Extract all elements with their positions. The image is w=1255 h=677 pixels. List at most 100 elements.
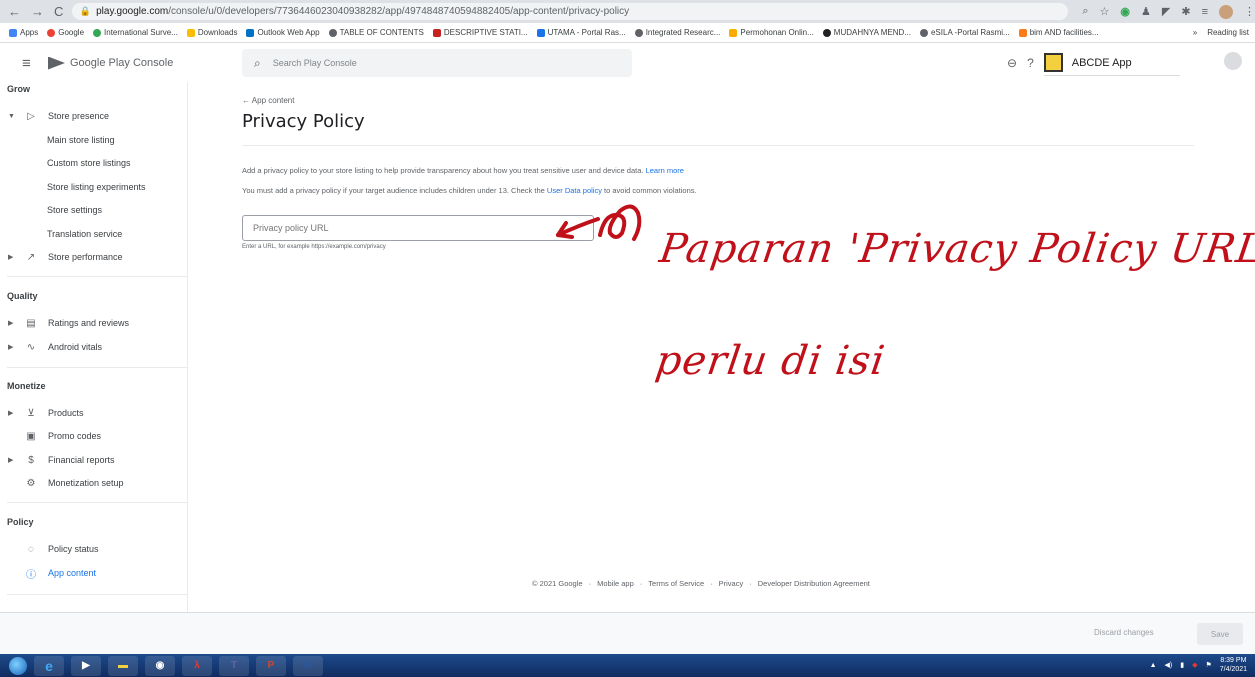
windows-taskbar: e ▶ ▬ ◉ λ T P W ▲ ◀) ▮ ◆ ⚑ 8:39 PM 7/4/2… [0, 654, 1255, 677]
folder-icon[interactable]: ▬ [108, 655, 138, 676]
sidebar-item-financial-reports[interactable]: ▶ $ Financial reports [0, 451, 186, 469]
forward-icon[interactable]: → [31, 4, 44, 19]
sidebar-item-store-performance[interactable]: ▶ ↗ Store performance [0, 248, 186, 266]
learn-more-link[interactable]: Learn more [646, 166, 684, 175]
sidebar-item-policy-status[interactable]: ◌ Policy status [0, 540, 186, 558]
extension-icon-2[interactable]: ◤ [1162, 5, 1170, 18]
bookmark-integrated[interactable]: Integrated Researc... [634, 28, 720, 37]
bookmark-bim[interactable]: bim AND facilities... [1018, 28, 1099, 37]
sidebar-item-store-settings[interactable]: Store settings [0, 201, 186, 219]
annotation-text-line-2: perlu di isi [652, 338, 889, 384]
download-icon [186, 28, 195, 37]
play-console-logo[interactable]: Google Play Console [48, 56, 173, 70]
lock-icon: 🔒 [79, 6, 92, 16]
crest-icon [729, 28, 738, 37]
address-bar[interactable]: 🔒 play.google.com/console/u/0/developers… [71, 3, 1069, 20]
account-avatar[interactable] [1224, 52, 1242, 70]
zoom-icon[interactable]: ⌕ [1082, 5, 1088, 18]
puzzle-icon[interactable]: ✱ [1181, 5, 1190, 18]
chrome-profile-icon[interactable] [1219, 4, 1233, 19]
more-bookmarks-icon[interactable]: » [1193, 28, 1197, 37]
bookmark-intl-survey[interactable]: International Surve... [93, 28, 178, 37]
bookmark-esila[interactable]: eSILA -Portal Rasmi... [919, 28, 1010, 37]
hamburger-menu-icon[interactable]: ≡ [22, 55, 36, 72]
expand-icon: ▶ [8, 344, 14, 351]
sidebar-item-main-store-listing[interactable]: Main store listing [0, 131, 186, 149]
sidebar-item-translation-service[interactable]: Translation service [0, 225, 186, 243]
teams-icon[interactable]: T [219, 655, 249, 676]
dollar-icon: $ [28, 454, 34, 466]
section-quality: Quality [7, 291, 38, 301]
sidebar-item-ratings-reviews[interactable]: ▶ ▤ Ratings and reviews [0, 314, 186, 332]
reading-list[interactable]: Reading list [1207, 28, 1249, 37]
bookmark-descriptive[interactable]: DESCRIPTIVE STATI... [432, 28, 528, 37]
play-icon [48, 56, 65, 70]
privacy-policy-url-input[interactable] [242, 215, 594, 241]
sidebar-item-store-listing-experiments[interactable]: Store listing experiments [0, 178, 186, 196]
footer-terms-link[interactable]: Terms of Service [648, 579, 704, 588]
app-selector[interactable]: ABCDE App [1043, 50, 1180, 76]
bookmark-apps[interactable]: Apps [9, 28, 38, 37]
search-input[interactable]: ⌕ Search Play Console [242, 49, 632, 77]
flag-icon[interactable]: ⚑ [1205, 661, 1211, 669]
grammarly-icon[interactable]: ◉ [1120, 5, 1130, 18]
globe-icon [634, 28, 643, 37]
media-player-icon[interactable]: ▶ [71, 655, 101, 676]
antivirus-icon[interactable]: ◆ [1192, 661, 1197, 669]
url-host: play.google.com [96, 6, 169, 17]
reload-icon[interactable]: C [54, 4, 63, 19]
footer-privacy-link[interactable]: Privacy [719, 579, 744, 588]
chrome-icon[interactable]: ◉ [145, 655, 175, 676]
play-outline-icon: ▷ [27, 110, 35, 122]
back-icon[interactable]: ← [8, 4, 21, 19]
sidebar-divider [7, 594, 187, 595]
bookmark-toc[interactable]: TABLE OF CONTENTS [328, 28, 424, 37]
tray-up-icon[interactable]: ▲ [1150, 662, 1157, 669]
title-divider [242, 145, 1194, 146]
sidebar-divider [7, 502, 187, 503]
clock[interactable]: 8:39 PM 7/4/2021 [1220, 656, 1247, 674]
word-icon[interactable]: W [293, 655, 323, 676]
page-footer: © 2021 Google · Mobile app · Terms of Servic… [532, 579, 870, 588]
bookmark-mudahnya[interactable]: MUDAHNYA MEND... [822, 28, 911, 37]
sidebar-item-products[interactable]: ▶ ⊻ Products [0, 404, 186, 422]
expand-icon: ▶ [8, 254, 14, 261]
sidebar-item-monetization-setup[interactable]: ⚙ Monetization setup [0, 474, 186, 492]
powerpoint-icon[interactable]: P [256, 655, 286, 676]
reviews-icon: ▤ [26, 317, 36, 329]
star-icon[interactable]: ☆ [1100, 5, 1110, 18]
link-icon[interactable]: ⊖ [1007, 56, 1017, 70]
apps-icon [9, 28, 17, 37]
sidebar-item-android-vitals[interactable]: ▶ ∿ Android vitals [0, 338, 186, 356]
media-icon[interactable]: ≡ [1202, 6, 1208, 18]
network-icon[interactable]: ▮ [1180, 661, 1184, 669]
sidebar-item-store-presence[interactable]: ▼ ▷ Store presence [0, 107, 186, 125]
footer-mobile-app-link[interactable]: Mobile app [597, 579, 634, 588]
info-icon: ⓘ [26, 569, 36, 581]
bookmark-google[interactable]: Google [47, 28, 84, 37]
bookmark-utama[interactable]: UTAMA - Portal Ras... [536, 28, 626, 37]
help-icon[interactable]: ? [1027, 56, 1034, 70]
footer-copyright: © 2021 Google [532, 579, 583, 588]
save-button[interactable]: Save [1197, 623, 1243, 645]
extension-icon[interactable]: ♟ [1141, 5, 1151, 18]
bookmark-permohonan[interactable]: Permohonan Onlin... [729, 28, 814, 37]
footer-dda-link[interactable]: Developer Distribution Agreement [758, 579, 870, 588]
discard-changes-button[interactable]: Discard changes [1094, 628, 1154, 637]
sidebar-item-promo-codes[interactable]: ▣ Promo codes [0, 427, 186, 445]
kebab-menu-icon[interactable]: ⋮ [1244, 5, 1255, 18]
acrobat-icon[interactable]: λ [182, 655, 212, 676]
expand-icon: ▼ [8, 112, 15, 120]
sidebar-item-custom-store-listings[interactable]: Custom store listings [0, 154, 186, 172]
sidebar-item-app-content[interactable]: ⓘ App content [0, 564, 186, 582]
shield-icon: ◌ [28, 543, 34, 555]
start-button-icon[interactable] [9, 656, 27, 675]
sidebar-divider [7, 367, 187, 368]
back-to-app-content-link[interactable]: ← App content [242, 96, 1192, 105]
volume-icon[interactable]: ◀) [1165, 661, 1173, 669]
ie-icon[interactable]: e [34, 655, 64, 676]
annotation-text-line-1: Paparan 'Privacy Policy URL' [656, 226, 1255, 272]
bookmark-downloads[interactable]: Downloads [186, 28, 237, 37]
user-data-policy-link[interactable]: User Data policy [547, 186, 602, 195]
bookmark-outlook[interactable]: Outlook Web App [246, 28, 320, 37]
